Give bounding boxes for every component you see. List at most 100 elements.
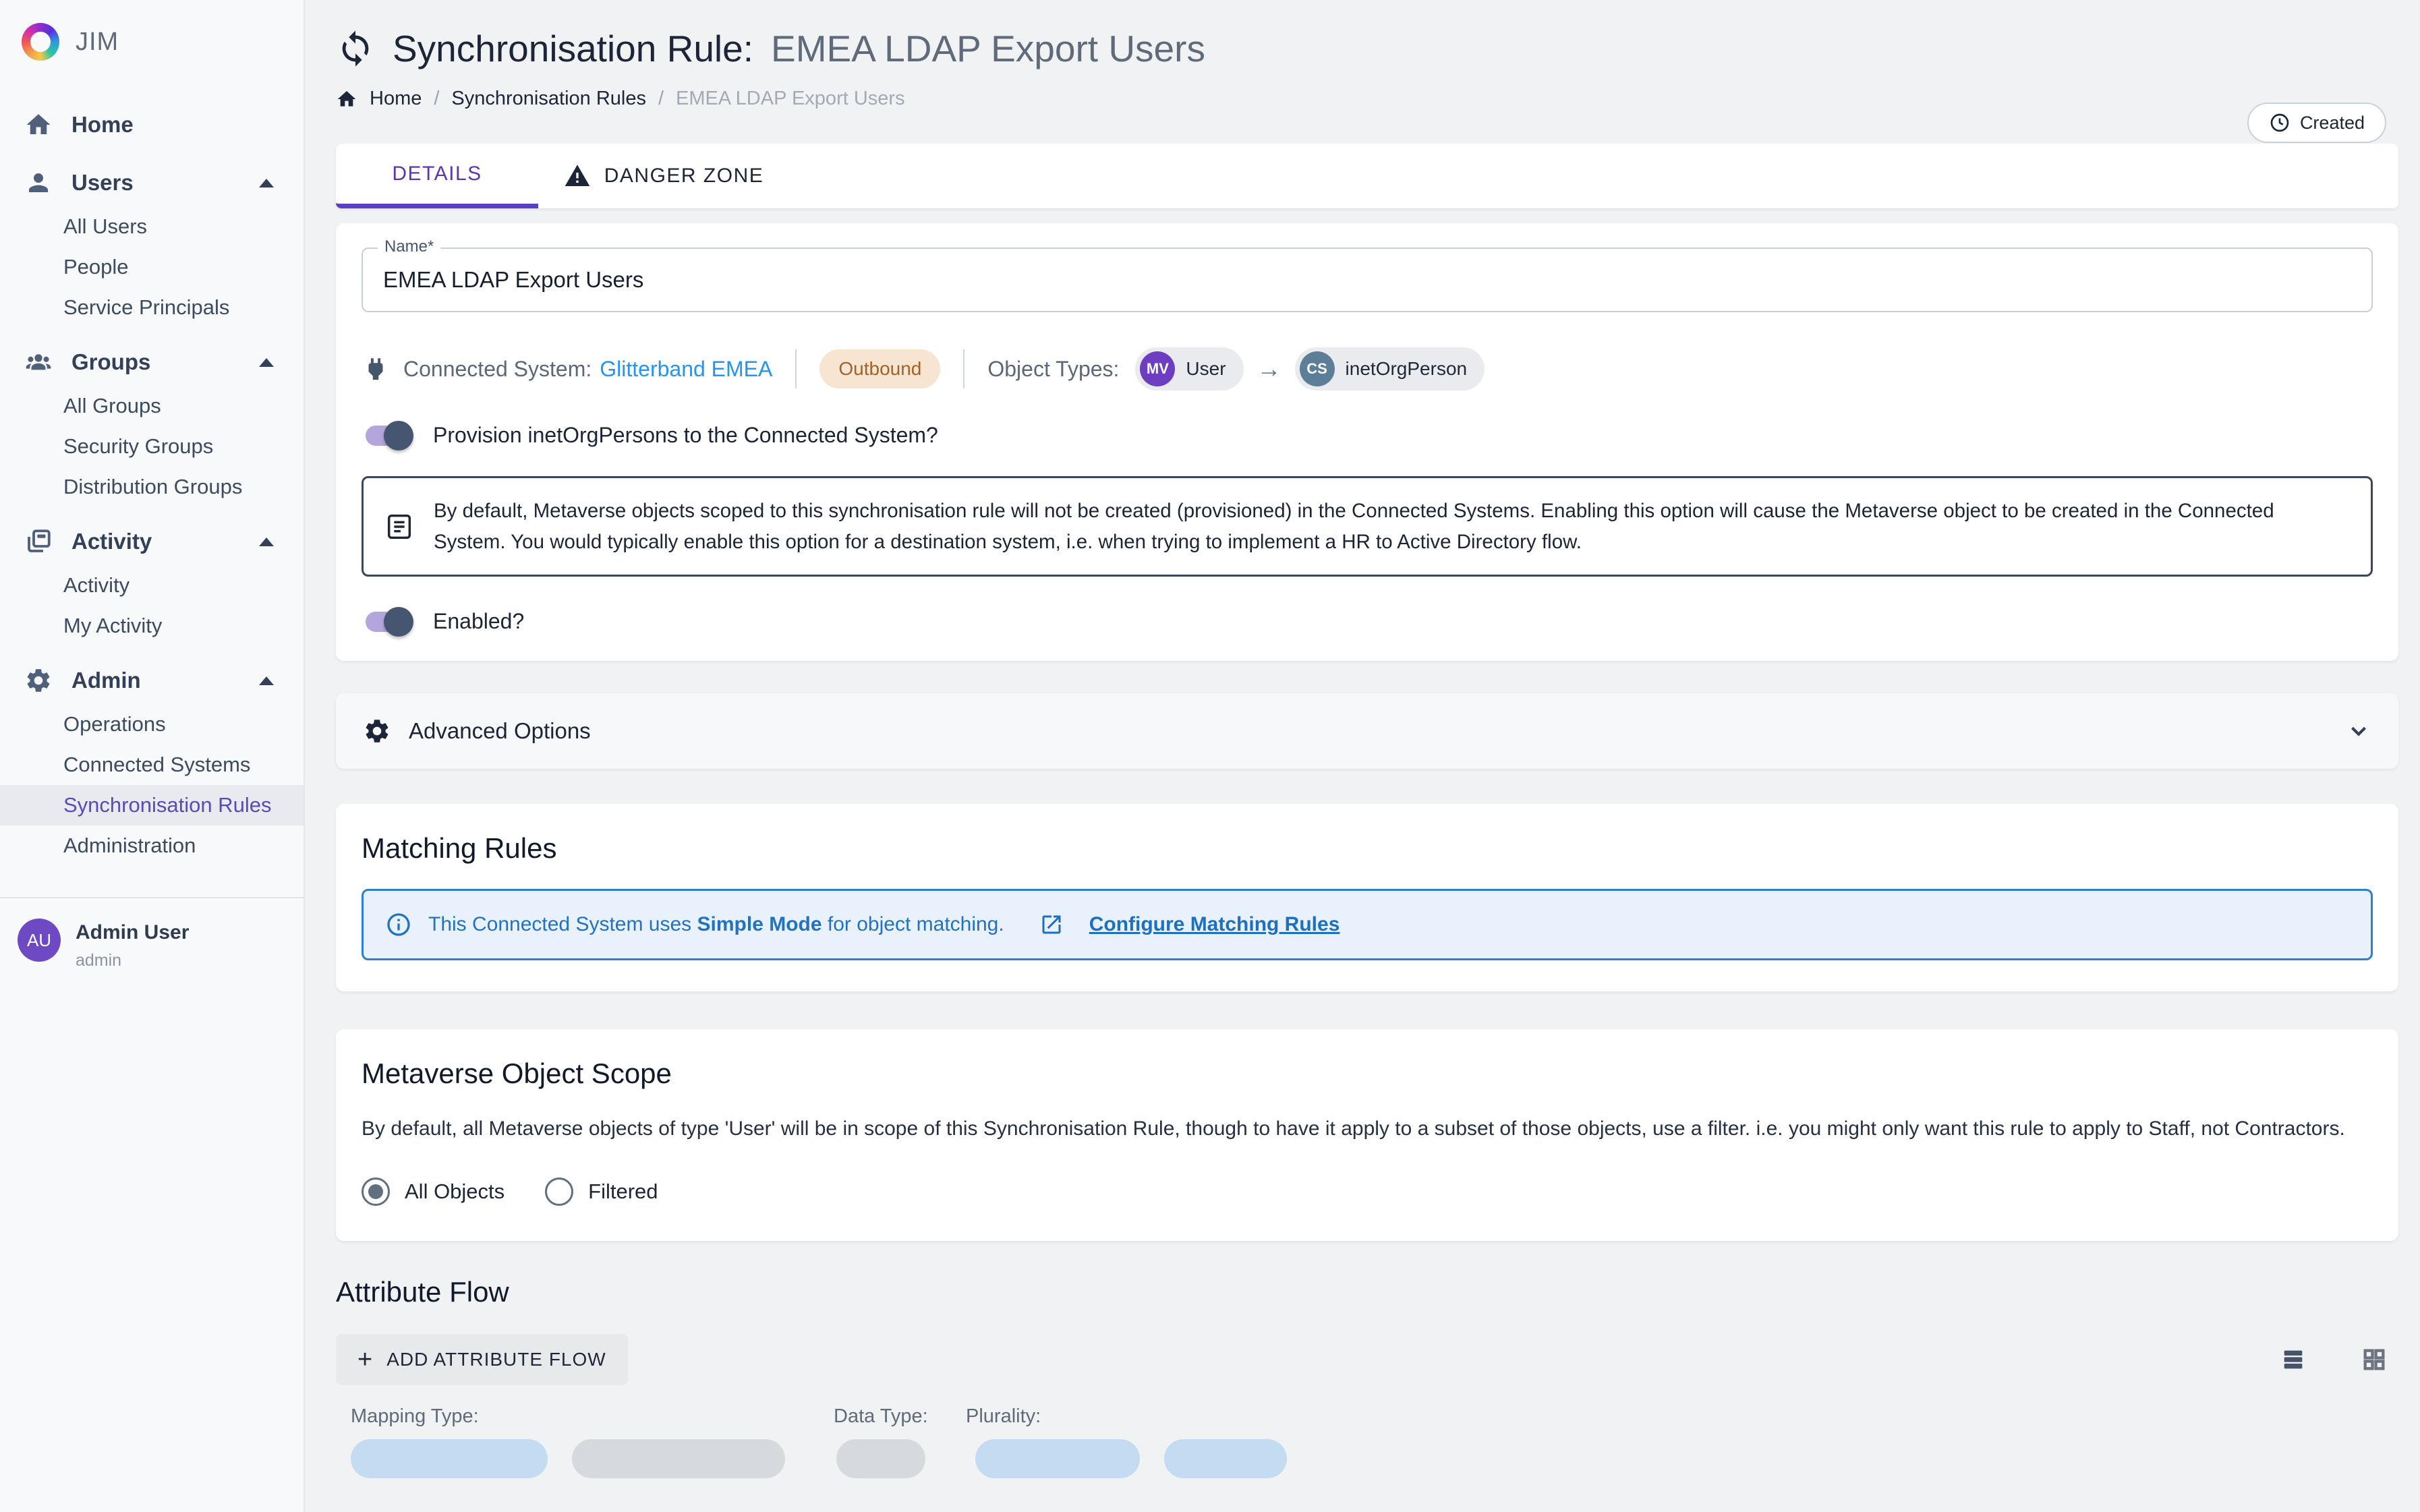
tab-details[interactable]: DETAILS — [336, 144, 538, 208]
connected-system-badge: CS — [1300, 351, 1335, 386]
alert-text-prefix: This Connected System uses — [428, 913, 691, 935]
grid-view-icon[interactable] — [2361, 1346, 2388, 1373]
filter-chip[interactable] — [1164, 1439, 1287, 1478]
sidebar-item-home[interactable]: Home — [0, 101, 304, 148]
plus-icon: + — [357, 1350, 373, 1369]
app-logo[interactable]: JIM — [0, 20, 304, 63]
sidebar-item-groups[interactable]: Groups — [0, 339, 304, 386]
alert-text-suffix: for object matching. — [828, 913, 1004, 935]
arrow-right-icon: → — [1257, 355, 1281, 383]
main-content: Synchronisation Rule: EMEA LDAP Export U… — [305, 0, 2420, 1512]
enabled-toggle[interactable] — [366, 612, 410, 632]
data-type-label: Data Type: — [834, 1405, 928, 1428]
breadcrumb-home[interactable]: Home — [370, 88, 422, 110]
connected-system-row: Connected System: Glitterband EMEA Outbo… — [362, 347, 2373, 390]
provision-toggle-label: Provision inetOrgPersons to the Connecte… — [433, 423, 938, 448]
sidebar-item-administration[interactable]: Administration — [0, 825, 304, 866]
provision-toggle[interactable] — [366, 426, 410, 446]
object-type-target-chip: CS inetOrgPerson — [1295, 347, 1485, 390]
filter-chip[interactable] — [975, 1439, 1140, 1478]
sidebar-item-all-users[interactable]: All Users — [0, 206, 304, 247]
sidebar-item-service-principals[interactable]: Service Principals — [0, 287, 304, 328]
sync-icon — [336, 29, 375, 68]
list-view-icon[interactable] — [2280, 1346, 2307, 1373]
sidebar-item-admin[interactable]: Admin — [0, 657, 304, 704]
attribute-flow-filter-labels: Mapping Type: Data Type: Plurality: — [336, 1405, 2398, 1431]
tab-danger-zone[interactable]: DANGER ZONE — [538, 144, 789, 208]
sidebar-item-distribution-groups[interactable]: Distribution Groups — [0, 467, 304, 507]
enabled-toggle-row: Enabled? — [362, 609, 2373, 634]
sidebar-item-activity-sub[interactable]: Activity — [0, 565, 304, 606]
user-name: Admin User — [76, 919, 189, 944]
name-field: Name* — [362, 248, 2373, 312]
title-rule-name: EMEA LDAP Export Users — [771, 27, 1205, 70]
info-icon — [385, 911, 412, 938]
sidebar-item-security-groups[interactable]: Security Groups — [0, 426, 304, 467]
divider — [963, 349, 964, 388]
sidebar-user[interactable]: AU Admin User admin — [0, 897, 304, 970]
object-type-source-chip: MV User — [1135, 347, 1243, 390]
external-link-icon — [1039, 912, 1064, 937]
sidebar-nav: Home Users All Users People Service Prin… — [0, 101, 304, 866]
divider — [795, 349, 797, 388]
caret-up-icon — [259, 537, 274, 546]
plurality-label: Plurality: — [966, 1405, 1041, 1428]
sidebar-item-activity[interactable]: Activity — [0, 518, 304, 565]
provision-toggle-row: Provision inetOrgPersons to the Connecte… — [362, 423, 2373, 448]
connected-system-label: Connected System: — [403, 357, 592, 382]
name-input[interactable] — [383, 267, 2351, 293]
filter-chip[interactable] — [836, 1439, 925, 1478]
connected-system-link[interactable]: Glitterband EMEA — [600, 357, 772, 382]
home-icon — [336, 88, 357, 110]
sidebar-item-people[interactable]: People — [0, 247, 304, 287]
page-title: Synchronisation Rule: EMEA LDAP Export U… — [336, 27, 2398, 70]
note-icon — [384, 511, 415, 542]
radio-all-objects[interactable]: All Objects — [362, 1177, 505, 1206]
radio-icon — [362, 1177, 390, 1206]
title-prefix: Synchronisation Rule: — [393, 27, 753, 70]
filter-chip[interactable] — [351, 1439, 548, 1478]
details-card: Name* Connected System: Glitterband EMEA… — [336, 223, 2398, 661]
alert-text-bold: Simple Mode — [697, 913, 822, 935]
metaverse-scope-description: By default, all Metaverse objects of typ… — [362, 1113, 2373, 1145]
clock-icon — [2269, 112, 2291, 134]
name-field-label: Name* — [378, 237, 440, 256]
breadcrumb-separator: / — [658, 88, 664, 110]
user-username: admin — [76, 951, 189, 970]
breadcrumb-current: EMEA LDAP Export Users — [676, 88, 905, 110]
sidebar: JIM Home Users All Users People Service … — [0, 0, 305, 1512]
configure-matching-rules-link[interactable]: Configure Matching Rules — [1089, 913, 1340, 936]
provision-note: By default, Metaverse objects scoped to … — [362, 476, 2373, 577]
breadcrumb-sync-rules[interactable]: Synchronisation Rules — [451, 88, 646, 110]
status-badge-created: Created — [2247, 103, 2386, 143]
sidebar-item-synchronisation-rules[interactable]: Synchronisation Rules — [0, 785, 304, 825]
user-icon — [24, 169, 53, 197]
add-attribute-flow-button[interactable]: + ADD ATTRIBUTE FLOW — [336, 1334, 628, 1385]
activity-layers-icon — [24, 527, 53, 556]
sidebar-item-connected-systems[interactable]: Connected Systems — [0, 745, 304, 785]
radio-filtered[interactable]: Filtered — [545, 1177, 658, 1206]
sidebar-item-all-groups[interactable]: All Groups — [0, 386, 304, 426]
sidebar-item-operations[interactable]: Operations — [0, 704, 304, 745]
caret-up-icon — [259, 179, 274, 187]
avatar: AU — [18, 919, 61, 962]
advanced-options-accordion[interactable]: Advanced Options — [336, 693, 2398, 769]
object-types-label: Object Types: — [987, 357, 1119, 382]
chevron-down-icon[interactable] — [2346, 718, 2371, 744]
metaverse-scope-title: Metaverse Object Scope — [362, 1057, 2373, 1090]
scope-radio-group: All Objects Filtered — [362, 1177, 2373, 1206]
metaverse-badge: MV — [1140, 351, 1175, 386]
direction-badge: Outbound — [819, 349, 940, 388]
breadcrumb-separator: / — [434, 88, 439, 110]
app-name: JIM — [76, 28, 119, 57]
metaverse-scope-card: Metaverse Object Scope By default, all M… — [336, 1029, 2398, 1241]
plug-icon — [362, 355, 403, 383]
advanced-options-label: Advanced Options — [409, 718, 591, 744]
filter-chip[interactable] — [572, 1439, 785, 1478]
warning-icon — [564, 163, 591, 190]
attribute-flow-title: Attribute Flow — [336, 1276, 2398, 1308]
sidebar-item-users[interactable]: Users — [0, 159, 304, 206]
jim-logo-icon — [22, 23, 59, 61]
caret-up-icon — [259, 676, 274, 685]
sidebar-item-my-activity[interactable]: My Activity — [0, 606, 304, 646]
